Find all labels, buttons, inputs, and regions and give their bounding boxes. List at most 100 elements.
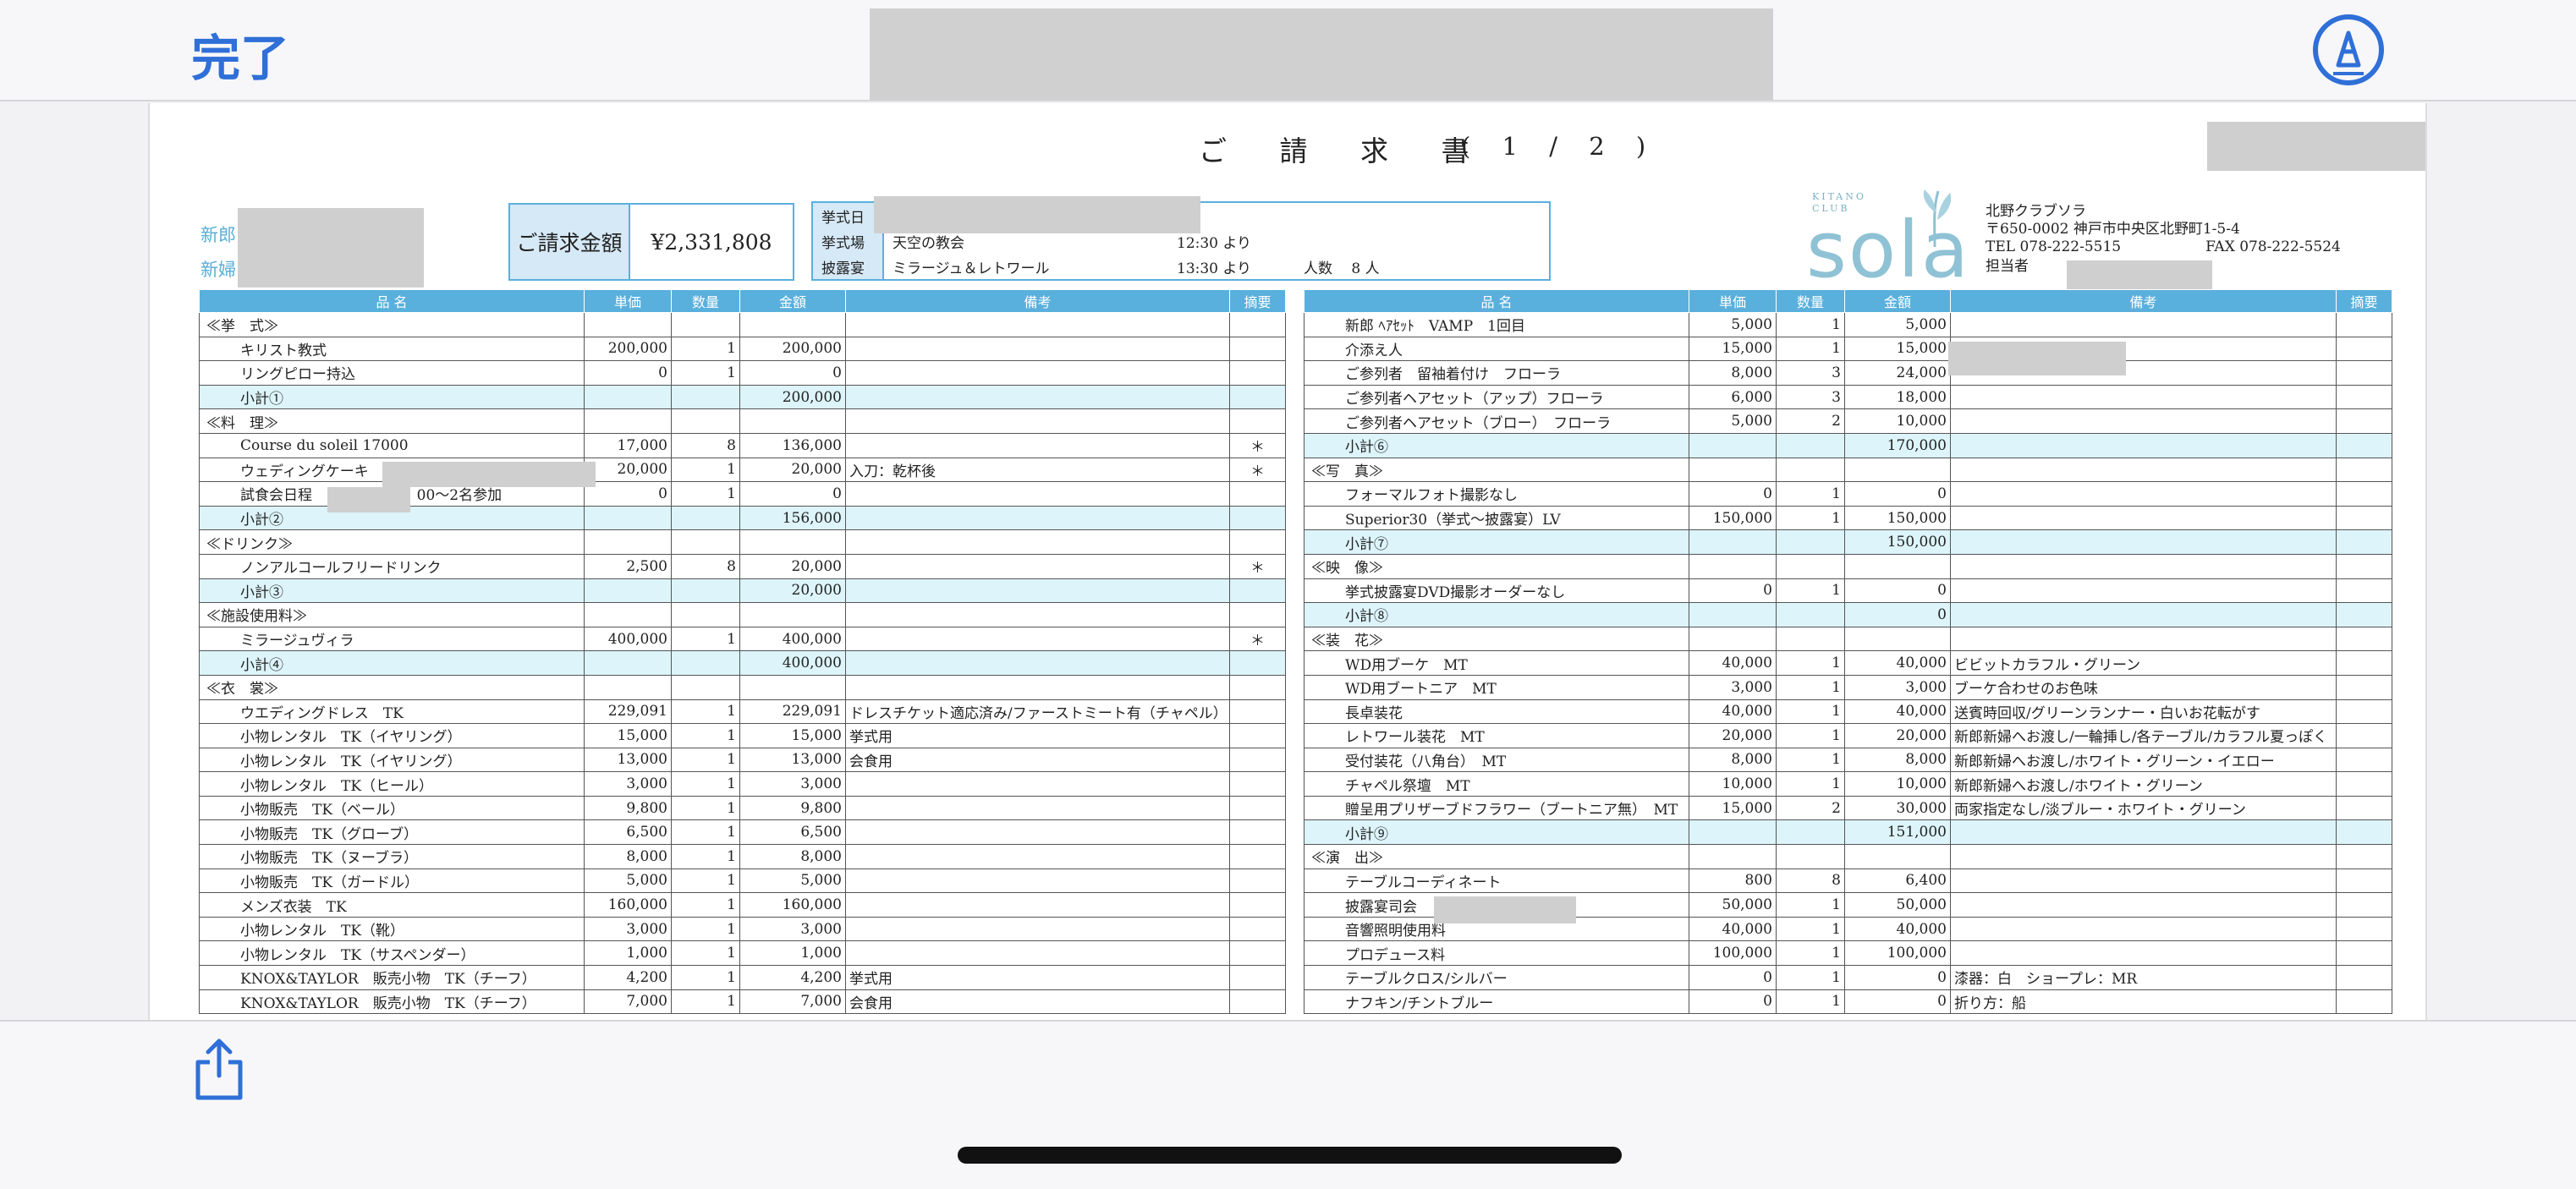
quantity-cell: 1 (671, 723, 740, 748)
table-row: メンズ衣装 TK 160,000 1 160,000 (199, 892, 1286, 918)
item-name-cell: ご参列者 留袖着付け フローラ (1304, 360, 1689, 386)
table-row: キリスト教式 200,000 1 200,000 (199, 336, 1286, 362)
mark-cell (2336, 747, 2392, 773)
unit-price-cell: 15,000 (584, 723, 672, 748)
company-fax: FAX 078-222-5524 (2205, 238, 2341, 255)
amount-cell: 3,000 (739, 916, 846, 942)
note-cell (1950, 916, 2337, 942)
mark-cell (2336, 312, 2392, 337)
note-cell (845, 650, 1230, 676)
quantity-cell: 1 (671, 699, 740, 725)
quantity-cell (671, 408, 740, 434)
quantity-cell: 1 (1776, 916, 1845, 942)
mark-cell (2336, 868, 2392, 894)
unit-price-cell (1689, 844, 1777, 869)
amount-cell (1844, 553, 1951, 579)
mark-cell (2336, 795, 2392, 821)
mark-cell (2336, 819, 2392, 846)
category-row: ≪ドリンク≫ (199, 529, 1286, 555)
share-icon (195, 1038, 243, 1100)
unit-price-cell (584, 578, 672, 604)
unit-price-cell: 40,000 (1689, 916, 1777, 942)
item-name-cell: リングピロー持込 (199, 360, 585, 386)
category-row: ≪施設使用料≫ (199, 602, 1286, 627)
unit-price-cell: 0 (1689, 578, 1777, 604)
unit-price-cell: 8,000 (1689, 360, 1777, 386)
company-address: 〒650-0002 神戸市中央区北野町1-5-4 (1986, 221, 2240, 238)
table-row: ナフキン/チントブルー 0 1 0 折り方：船 (1304, 989, 2392, 1015)
quantity-cell: 1 (1776, 650, 1845, 676)
mark-cell (2336, 892, 2392, 918)
redacted-date (874, 196, 1200, 233)
item-name-cell: ≪料 理≫ (199, 408, 585, 434)
table-row: KNOX&TAYLOR 販売小物 TK（チーフ） 4,200 1 4,200 挙式用 (199, 965, 1286, 990)
amount-cell: 0 (739, 481, 846, 507)
amount-cell: 6,500 (739, 819, 846, 846)
quantity-cell: 8 (1776, 868, 1845, 894)
table-row: 小物レンタル TK（イヤリング） 13,000 1 13,000 会食用 (199, 747, 1286, 773)
note-cell (1950, 312, 2337, 337)
quantity-cell: 1 (1776, 481, 1845, 507)
note-cell (1950, 553, 2337, 579)
quantity-cell: 1 (1776, 336, 1845, 362)
header-cell: 数量 (671, 289, 740, 313)
amount-cell: 40,000 (1844, 916, 1951, 942)
unit-price-cell (1689, 553, 1777, 579)
table-row: リングピロー持込 0 1 0 (199, 360, 1286, 386)
amount-cell (1844, 844, 1951, 869)
unit-price-cell: 400,000 (584, 626, 672, 652)
invoice-total-label: ご請求金額 (510, 205, 630, 279)
amount-cell: 8,000 (739, 844, 846, 869)
note-cell (845, 819, 1230, 846)
subtotal-row: 小計⑨ 151,000 (1304, 819, 2392, 846)
amount-cell: 20,000 (739, 578, 846, 604)
item-name-cell: 小物販売 TK（ベール） (199, 795, 585, 821)
mark-cell (1229, 940, 1286, 967)
item-name-cell: WD用ブーケ MT (1304, 650, 1689, 676)
markup-button[interactable] (2313, 14, 2384, 85)
note-cell: ビビットカラフル・グリーン (1950, 650, 2337, 676)
note-cell (845, 674, 1230, 700)
unit-price-cell (584, 408, 672, 434)
mark-cell (2336, 602, 2392, 627)
quantity-cell: 1 (1776, 940, 1845, 967)
note-cell: ドレスチケット適応済み/ファーストミート有（チャペル） (845, 699, 1230, 725)
quantity-cell: 1 (671, 940, 740, 967)
item-name-cell: 小計⑨ (1304, 819, 1689, 846)
mark-cell (2336, 699, 2392, 725)
unit-price-cell: 3,000 (584, 771, 672, 797)
mark-cell (1229, 699, 1286, 725)
quantity-cell (671, 384, 740, 410)
item-name-cell: WD用ブートニア MT (1304, 674, 1689, 700)
unit-price-cell: 4,200 (584, 965, 672, 990)
mark-cell: ＊ (1229, 626, 1286, 652)
ceremony-value: 天空の教会 (893, 234, 964, 252)
mark-cell (1229, 602, 1286, 627)
unit-price-cell: 160,000 (584, 892, 672, 918)
item-name-cell: 小物販売 TK（ガードル） (199, 868, 585, 894)
quantity-cell (671, 505, 740, 531)
quantity-cell: 2 (1776, 795, 1845, 821)
mark-cell (2336, 674, 2392, 700)
invoice-total-box: ご請求金額 ¥2,331,808 (508, 203, 794, 281)
item-name-cell: ≪衣 裳≫ (199, 674, 585, 700)
item-name-cell: ミラージュヴィラ (199, 626, 585, 652)
table-header: 品 名 単価 数量 金額 備考 摘要 (199, 289, 1286, 313)
category-row: ≪装 花≫ (1304, 626, 2392, 652)
item-name-cell: 小計④ (199, 650, 585, 676)
quantity-cell: 1 (1776, 674, 1845, 700)
table-row: 小物レンタル TK（ヒール） 3,000 1 3,000 (199, 771, 1286, 797)
item-name-cell: ご参列者ヘアセット（ブロー） フローラ (1304, 408, 1689, 434)
table-row: KNOX&TAYLOR 販売小物 TK（チーフ） 7,000 1 7,000 会食用 (199, 989, 1286, 1015)
mark-cell (1229, 989, 1286, 1015)
item-name-cell: ≪施設使用料≫ (199, 602, 585, 627)
amount-cell: 170,000 (1844, 432, 1951, 458)
company-name: 北野クラブソラ (1986, 203, 2086, 220)
amount-cell: 0 (1844, 965, 1951, 990)
done-button[interactable]: 完了 (191, 19, 289, 90)
share-button[interactable] (191, 1037, 247, 1104)
note-cell: 挙式用 (845, 723, 1230, 748)
unit-price-cell (584, 529, 672, 555)
mark-cell (2336, 965, 2392, 990)
quantity-cell: 3 (1776, 384, 1845, 410)
